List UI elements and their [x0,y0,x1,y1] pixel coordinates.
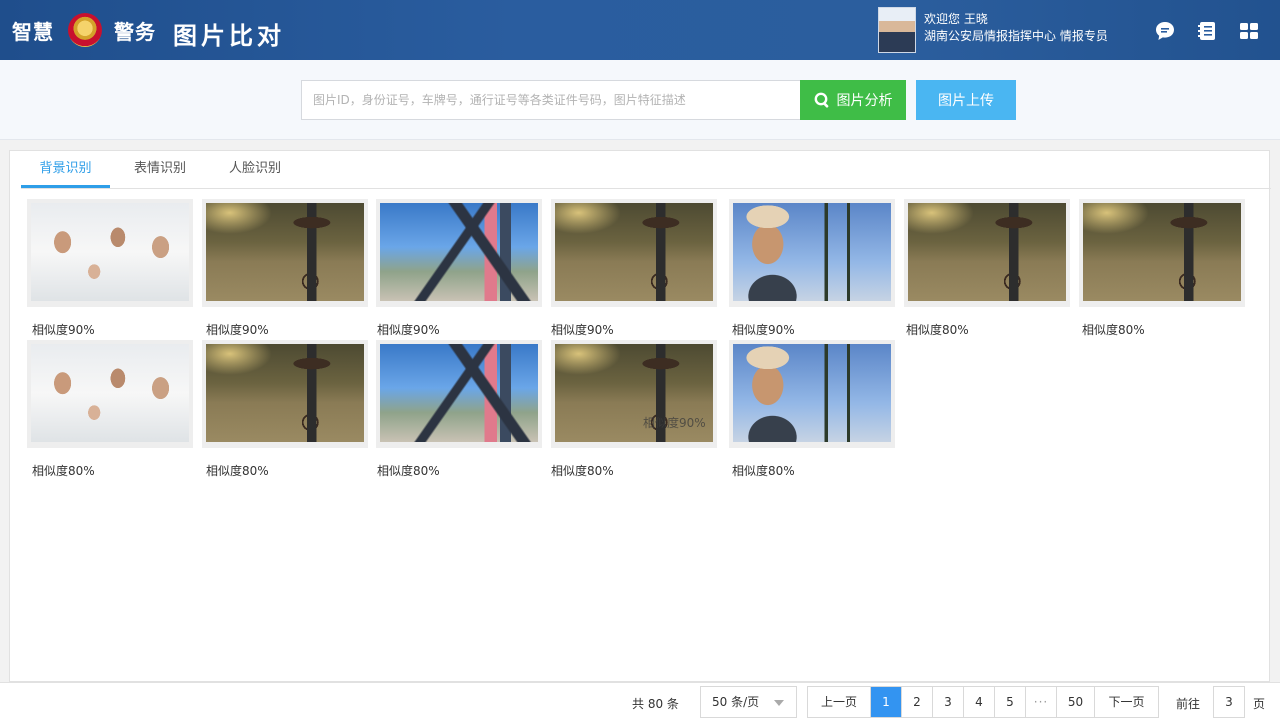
rain-umbrella-bike-image [1083,203,1241,301]
page-size-value: 50 条/页 [712,695,760,709]
result-card[interactable]: 相似度90% [202,199,368,338]
rain-umbrella-bike-image [908,203,1066,301]
similarity-label: 相似度80% [206,464,269,478]
page-title: 图片比对 [173,22,285,50]
user-greeting: 欢迎您 王晓 [924,12,988,26]
similarity-label: 相似度80% [377,464,440,478]
similarity-overlay: 相似度90% [643,416,706,430]
result-card[interactable]: 相似度80% [376,340,542,479]
search-input[interactable] [301,80,801,120]
page-ellipsis: ··· [1026,687,1057,717]
result-thumbnail[interactable] [1079,199,1245,307]
result-card[interactable]: 相似度80% [904,199,1070,338]
results-panel: 背景识别 表情识别 人脸识别 相似度90% 相似度90% 相似度90% 相似度90% 相… [9,150,1271,682]
rain-umbrella-bike-image: 相似度90% [555,344,713,442]
upload-button[interactable]: 图片上传 [916,80,1016,120]
page-button-1[interactable]: 1 [871,687,902,717]
man-straw-hat-image [733,344,891,442]
page-button-2[interactable]: 2 [902,687,933,717]
result-thumbnail[interactable]: 相似度90% [551,340,717,448]
similarity-label: 相似度80% [732,464,795,478]
police-emblem-icon [68,13,102,47]
result-thumbnail[interactable] [27,199,193,307]
bridge-couple-image [380,344,538,442]
result-thumbnail[interactable] [376,340,542,448]
rain-umbrella-bike-image [206,203,364,301]
result-card[interactable]: 相似度90% [729,199,895,338]
user-info[interactable]: 欢迎您 王晓 湖南公安局情报指挥中心 情报专员 [878,7,1108,53]
result-card[interactable]: 相似度90% 相似度80% [551,340,717,479]
similarity-label: 相似度90% [551,323,614,337]
result-card[interactable]: 相似度90% [27,199,193,338]
similarity-label: 相似度90% [32,323,95,337]
bridge-couple-image [380,203,538,301]
search-icon [814,92,828,108]
analyze-button-label: 图片分析 [836,92,893,108]
similarity-label: 相似度90% [206,323,269,337]
goto-page-input[interactable] [1213,686,1245,718]
rain-umbrella-bike-image [555,203,713,301]
similarity-label: 相似度80% [32,464,95,478]
result-thumbnail[interactable] [376,199,542,307]
result-thumbnail[interactable] [729,199,895,307]
page-button-50[interactable]: 50 [1057,687,1095,717]
result-thumbnail[interactable] [202,199,368,307]
similarity-label: 相似度80% [551,464,614,478]
result-card[interactable]: 相似度90% [376,199,542,338]
prev-page-button[interactable]: 上一页 [808,687,871,717]
avatar[interactable] [878,7,916,53]
analyze-button[interactable]: 图片分析 [800,80,906,120]
total-count: 共 80 条 [632,697,679,711]
result-thumbnail[interactable] [202,340,368,448]
result-thumbnail[interactable] [904,199,1070,307]
party-crowd-image [31,203,189,301]
tab-expression-recognition[interactable]: 表情识别 [116,151,204,188]
party-crowd-image [31,344,189,442]
pager: 上一页 1 2 3 4 5 ··· 50 下一页 [807,686,1159,718]
chat-icon[interactable] [1154,20,1176,42]
page-size-select[interactable]: 50 条/页 [700,686,797,718]
search-bar: 图片分析 图片上传 [0,60,1280,140]
top-header: 智慧 警务 图片比对 欢迎您 王晓 湖南公安局情报指挥中心 情报专员 [0,0,1280,60]
similarity-label: 相似度80% [906,323,969,337]
recognition-tabs: 背景识别 表情识别 人脸识别 [21,151,1271,189]
page-button-4[interactable]: 4 [964,687,995,717]
goto-label: 前往 [1176,697,1201,711]
user-organization: 湖南公安局情报指挥中心 情报专员 [924,29,1108,43]
rain-umbrella-bike-image [206,344,364,442]
result-thumbnail[interactable] [729,340,895,448]
page-button-3[interactable]: 3 [933,687,964,717]
next-page-button[interactable]: 下一页 [1095,687,1158,717]
chevron-down-icon [774,700,784,706]
similarity-label: 相似度90% [732,323,795,337]
similarity-label: 相似度90% [377,323,440,337]
result-card[interactable]: 相似度80% [1079,199,1245,338]
similarity-label: 相似度80% [1082,323,1145,337]
result-card[interactable]: 相似度80% [27,340,193,479]
result-card[interactable]: 相似度80% [729,340,895,479]
apps-grid-icon[interactable] [1238,20,1260,42]
brand-logo: 智慧 警务 [12,0,156,60]
notebook-icon[interactable] [1196,20,1218,42]
pagination-bar: 共 80 条 50 条/页 上一页 1 2 3 4 5 ··· 50 下一页 前… [0,682,1280,720]
brand-text-right: 警务 [114,19,156,44]
tab-face-recognition[interactable]: 人脸识别 [211,151,299,188]
man-straw-hat-image [733,203,891,301]
goto-suffix: 页 [1253,697,1266,711]
result-card[interactable]: 相似度90% [551,199,717,338]
tab-background-recognition[interactable]: 背景识别 [21,151,110,188]
page-button-5[interactable]: 5 [995,687,1026,717]
result-thumbnail[interactable] [27,340,193,448]
brand-text-left: 智慧 [12,19,54,44]
result-card[interactable]: 相似度80% [202,340,368,479]
result-thumbnail[interactable] [551,199,717,307]
